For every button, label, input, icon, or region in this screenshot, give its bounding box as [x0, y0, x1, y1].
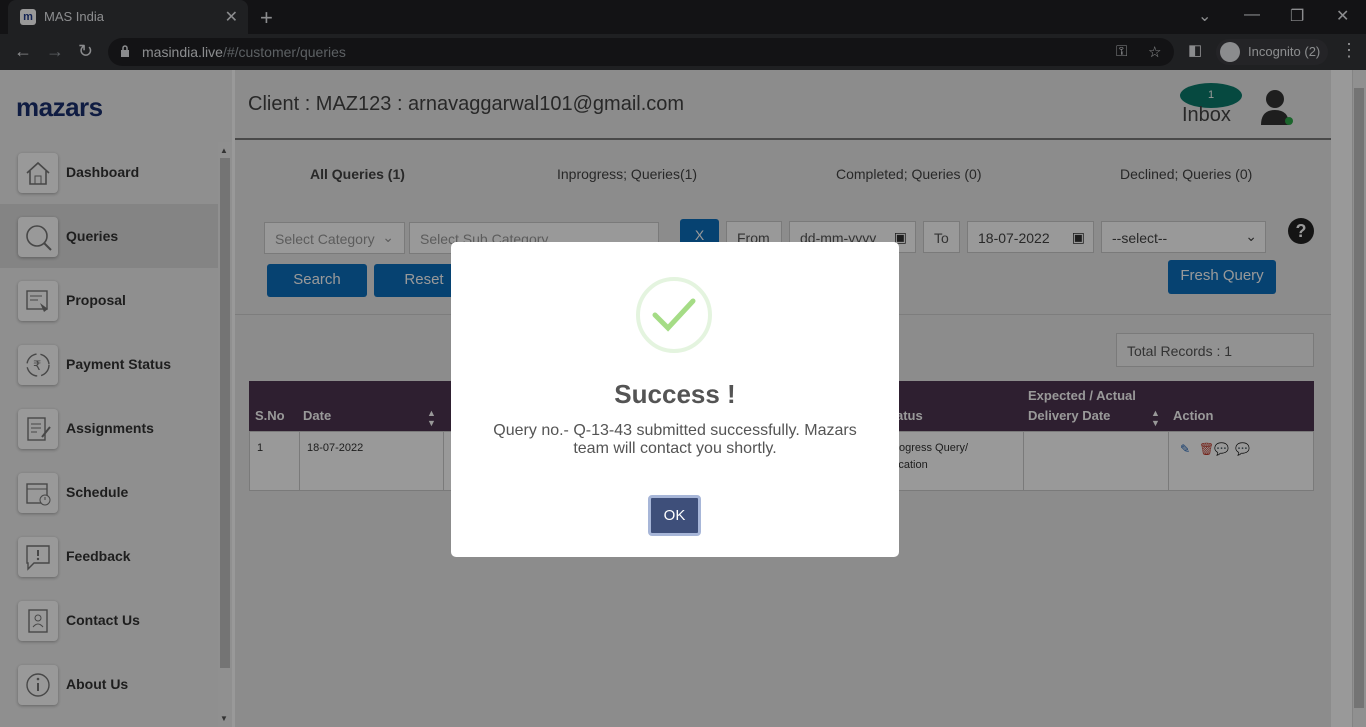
- dialog-message: Query no.- Q-13-43 submitted successfull…: [493, 422, 857, 457]
- success-check-icon: [636, 277, 712, 353]
- ok-button[interactable]: OK: [648, 495, 701, 536]
- dialog-title: Success !: [614, 379, 736, 409]
- success-dialog: Success ! Query no.- Q-13-43 submitted s…: [451, 242, 899, 557]
